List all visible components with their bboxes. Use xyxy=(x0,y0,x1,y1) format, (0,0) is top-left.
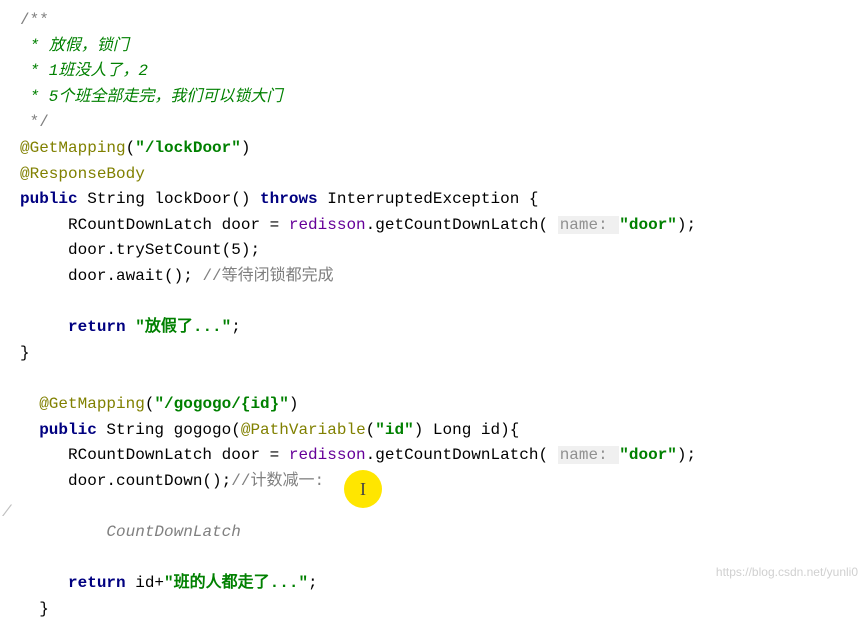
code-line: @GetMapping("/gogogo/{id}") xyxy=(20,392,846,418)
margin-mark: / xyxy=(2,500,12,526)
param-hint: name: xyxy=(558,216,620,234)
code-line: door.await(); //等待闭锁都完成 xyxy=(20,264,846,290)
code-line: } xyxy=(20,341,846,367)
code-line: */ xyxy=(20,110,846,136)
code-line: /** xyxy=(20,8,846,34)
code-line: * 放假，锁门 xyxy=(20,34,846,60)
text-cursor-icon: I xyxy=(360,475,366,504)
code-line xyxy=(20,494,846,520)
code-line: * 1班没人了，2 xyxy=(20,59,846,85)
code-line: } xyxy=(20,597,846,622)
code-line: RCountDownLatch door = redisson.getCount… xyxy=(20,213,846,239)
code-line: * 5个班全部走完，我们可以锁大门 xyxy=(20,85,846,111)
code-line xyxy=(20,290,846,316)
code-line: @ResponseBody xyxy=(20,162,846,188)
code-line: door.trySetCount(5); xyxy=(20,238,846,264)
code-line: RCountDownLatch door = redisson.getCount… xyxy=(20,443,846,469)
code-line: return "放假了..."; xyxy=(20,315,846,341)
code-line: door.countDown();//计数减一: xyxy=(20,469,846,495)
param-hint: name: xyxy=(558,446,620,464)
watermark: https://blog.csdn.net/yunli0 xyxy=(716,563,858,582)
code-line: @GetMapping("/lockDoor") xyxy=(20,136,846,162)
cursor-highlight-icon: I xyxy=(344,470,382,508)
code-line: public String gogogo(@PathVariable("id")… xyxy=(20,418,846,444)
code-line xyxy=(20,366,846,392)
code-line: public String lockDoor() throws Interrup… xyxy=(20,187,846,213)
code-line: CountDownLatch xyxy=(20,520,846,546)
